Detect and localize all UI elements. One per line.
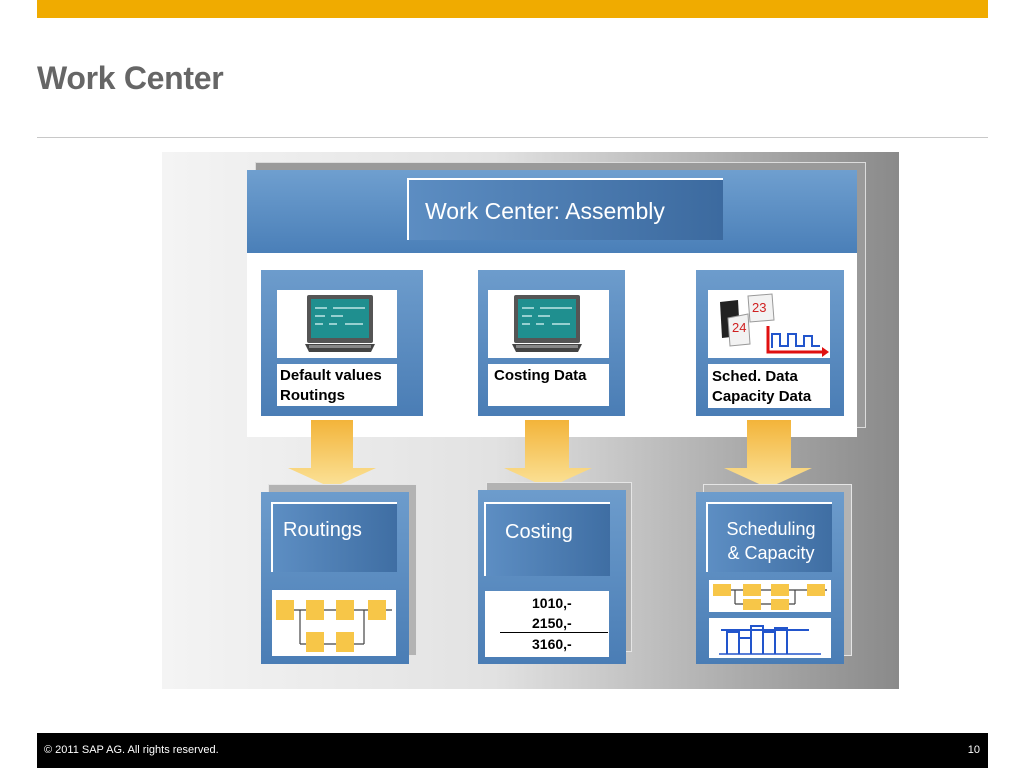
down-arrow-icon (504, 420, 592, 488)
routing-network-icon (276, 600, 392, 652)
target-title: Routings (283, 519, 362, 541)
down-arrow-icon (724, 420, 812, 488)
data-card-icon-panel (277, 290, 397, 358)
calendar-number: 24 (732, 320, 746, 335)
cost-value: 2150,- (532, 615, 572, 631)
data-card-icon-panel (488, 290, 609, 358)
label-line: Routings (280, 387, 345, 404)
page-number: 10 (967, 744, 980, 756)
work-center-title: Work Center: Assembly (425, 198, 665, 224)
target-icon-panel (709, 618, 831, 658)
top-accent-bar (37, 0, 988, 18)
label-line: Sched. Data (712, 368, 798, 385)
cost-value: 1010,- (532, 595, 572, 611)
down-arrow-icon (288, 420, 376, 488)
capacity-chart-icon (719, 625, 821, 655)
target-title: Costing (505, 521, 573, 543)
title-line: Scheduling (726, 519, 816, 539)
data-card-icon-panel: 23 24 (708, 290, 830, 358)
target-icon-panel (709, 580, 831, 612)
title-divider (37, 137, 988, 138)
data-card-label: Default values Routings (280, 366, 382, 406)
label-line: Capacity Data (712, 388, 812, 405)
label-line: Costing Data (494, 367, 587, 384)
page-title: Work Center (37, 60, 224, 96)
data-card-label: Sched. Data Capacity Data (712, 367, 811, 407)
routing-network-icon (713, 584, 827, 610)
sum-line (500, 632, 608, 633)
calendar-chart-icon: 23 24 (720, 293, 829, 357)
data-card-label: Costing Data (494, 366, 587, 386)
cost-value: 3160,- (532, 636, 572, 652)
footer-copyright: © 2011 SAP AG. All rights reserved. (44, 744, 219, 756)
monitor-icon (305, 295, 375, 352)
monitor-icon (512, 295, 582, 352)
calendar-number: 23 (752, 300, 766, 315)
target-title: Scheduling & Capacity (708, 517, 834, 565)
label-line: Default values (280, 367, 382, 384)
target-icon-panel (272, 590, 396, 656)
title-line: & Capacity (727, 543, 815, 563)
slide: Work Center Work Center: Assembly Defaul… (0, 0, 1024, 768)
